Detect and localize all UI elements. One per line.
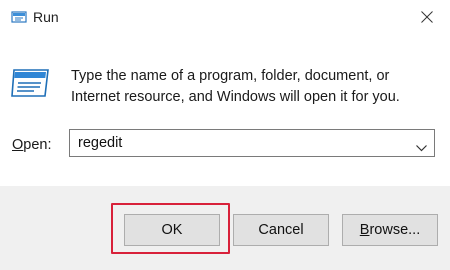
browse-label: rowse... — [369, 222, 421, 238]
close-icon — [421, 11, 433, 23]
browse-button[interactable]: Browse... — [342, 214, 438, 246]
open-label-text: pen: — [23, 137, 52, 153]
cancel-button[interactable]: Cancel — [233, 214, 329, 246]
dialog-content: Type the name of a program, folder, docu… — [0, 36, 450, 186]
run-dialog-icon — [10, 66, 52, 100]
title-bar: Run — [0, 0, 450, 36]
description-line: Internet resource, and Windows will open… — [71, 89, 400, 105]
description-line: Type the name of a program, folder, docu… — [71, 68, 390, 84]
ok-button[interactable]: OK — [124, 214, 220, 246]
description: Type the name of a program, folder, docu… — [71, 66, 441, 108]
command-input[interactable]: regedit — [78, 135, 122, 151]
close-button[interactable] — [404, 0, 450, 36]
run-icon — [11, 9, 27, 25]
window-title: Run — [33, 9, 59, 25]
open-label: Open: — [12, 137, 52, 153]
open-label-accelerator: O — [12, 137, 24, 153]
button-bar: OK Cancel Browse... — [0, 186, 450, 270]
open-combobox[interactable]: regedit — [69, 129, 435, 157]
chevron-down-icon[interactable] — [416, 139, 427, 157]
browse-accelerator: B — [359, 222, 370, 238]
